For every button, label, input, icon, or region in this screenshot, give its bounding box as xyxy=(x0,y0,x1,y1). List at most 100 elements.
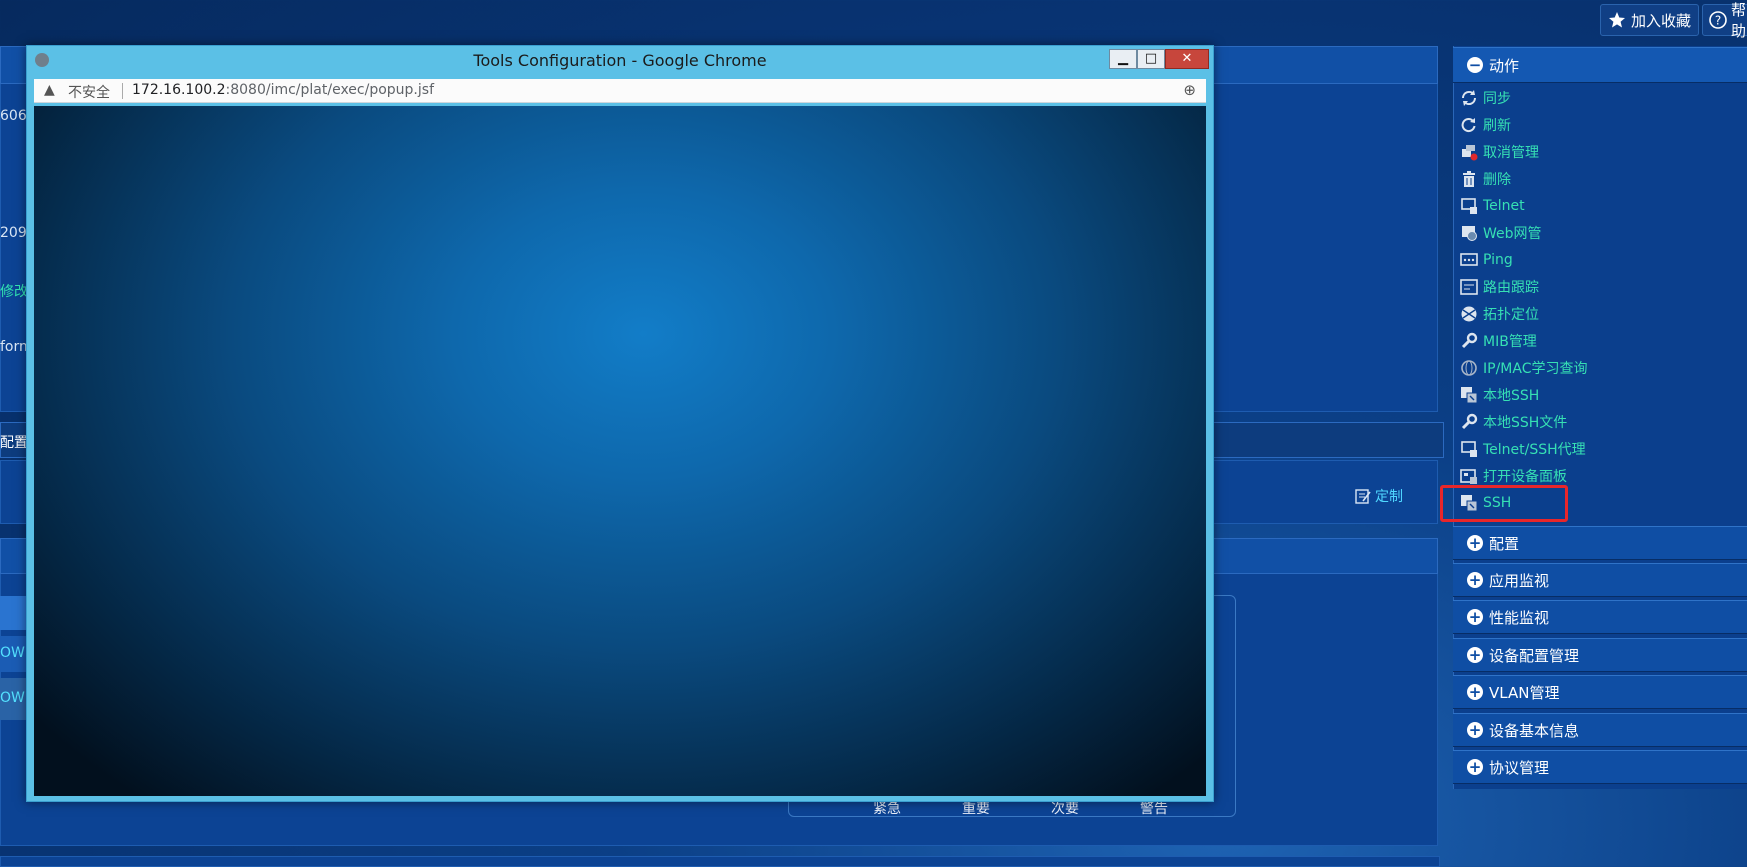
action-label: Telnet/SSH代理 xyxy=(1483,442,1586,458)
section-protocol-manage[interactable]: + 协议管理 xyxy=(1453,750,1747,784)
minimize-button[interactable]: ▁ xyxy=(1109,49,1137,69)
bottom-panel-edge xyxy=(0,856,1440,867)
web-manage-icon xyxy=(1460,224,1478,242)
url-path: :8080/imc/plat/exec/popup.jsf xyxy=(225,82,434,98)
action-refresh[interactable]: 刷新 xyxy=(1460,113,1511,137)
action-label: 删除 xyxy=(1483,172,1511,188)
popup-window-title: Tools Configuration - Google Chrome xyxy=(473,51,767,70)
popup-content-area[interactable] xyxy=(34,106,1206,796)
alarm-row-text: OW xyxy=(0,690,25,706)
url-text[interactable]: 172.16.100.2:8080/imc/plat/exec/popup.js… xyxy=(132,82,434,98)
telnet-icon xyxy=(1460,197,1478,215)
star-icon xyxy=(1607,10,1627,30)
section-device-config-manage[interactable]: + 设备配置管理 xyxy=(1453,638,1747,672)
modify-link-fragment[interactable]: 修改 xyxy=(0,281,28,301)
actions-section-header[interactable]: − 动作 xyxy=(1453,47,1747,83)
section-device-basic-info[interactable]: + 设备基本信息 xyxy=(1453,713,1747,747)
action-label: Telnet xyxy=(1483,198,1525,214)
device-panel-icon xyxy=(1460,467,1478,485)
action-web-manage[interactable]: Web网管 xyxy=(1460,221,1542,245)
action-mib-manage[interactable]: MIB管理 xyxy=(1460,329,1537,353)
action-label: 取消管理 xyxy=(1483,145,1539,161)
action-label: 打开设备面板 xyxy=(1483,469,1567,485)
zoom-icon[interactable]: ⊕ xyxy=(1183,81,1196,99)
address-bar[interactable]: ▲ 不安全 172.16.100.2:8080/imc/plat/exec/po… xyxy=(34,79,1206,103)
url-host: 172.16.100.2 xyxy=(132,82,226,98)
expand-icon: + xyxy=(1467,721,1483,739)
collapse-icon: − xyxy=(1467,56,1483,74)
customize-icon xyxy=(1354,487,1372,505)
help-button[interactable]: ? 帮助 xyxy=(1702,1,1747,40)
action-telnet[interactable]: Telnet xyxy=(1460,194,1525,218)
ssh-highlight-box xyxy=(1440,485,1568,522)
actions-section-title: 动作 xyxy=(1489,56,1520,75)
section-title: 应用监视 xyxy=(1489,571,1550,590)
section-title: 性能监视 xyxy=(1489,608,1550,627)
action-unmanage[interactable]: 取消管理 xyxy=(1460,140,1539,164)
section-app-monitor[interactable]: + 应用监视 xyxy=(1453,563,1747,597)
alarm-row-text: OW xyxy=(0,645,25,661)
svg-text:?: ? xyxy=(1715,14,1721,28)
close-icon: ✕ xyxy=(1181,51,1193,66)
close-button[interactable]: ✕ xyxy=(1165,49,1209,69)
expand-icon: + xyxy=(1467,534,1483,552)
unmanage-icon xyxy=(1460,143,1478,161)
action-local-ssh[interactable]: 本地SSH xyxy=(1460,383,1539,407)
ssh-icon xyxy=(1460,386,1478,404)
section-config[interactable]: + 配置 xyxy=(1453,526,1747,560)
bg-text-fragment: 209 xyxy=(0,225,27,241)
action-label: IP/MAC学习查询 xyxy=(1483,361,1588,377)
expand-icon: + xyxy=(1467,571,1483,589)
section-title: 设备配置管理 xyxy=(1489,646,1580,665)
ip-mac-icon xyxy=(1460,359,1478,377)
action-label: 本地SSH xyxy=(1483,388,1540,404)
action-delete[interactable]: 删除 xyxy=(1460,167,1511,191)
expand-icon: + xyxy=(1467,608,1483,626)
action-traceroute[interactable]: 路由跟踪 xyxy=(1460,275,1539,299)
action-label: 路由跟踪 xyxy=(1483,280,1539,296)
warning-icon: ▲ xyxy=(44,82,55,98)
sync-icon xyxy=(1460,89,1478,107)
minimize-icon: ▁ xyxy=(1118,51,1128,66)
maximize-button[interactable]: □ xyxy=(1137,49,1165,69)
section-vlan-manage[interactable]: + VLAN管理 xyxy=(1453,675,1747,709)
section-title: 设备基本信息 xyxy=(1489,721,1580,740)
action-label: 本地SSH文件 xyxy=(1483,415,1568,431)
help-icon: ? xyxy=(1709,10,1727,30)
tools-config-popup-window[interactable]: Tools Configuration - Google Chrome ▁ □ … xyxy=(26,45,1214,802)
action-ping[interactable]: Ping xyxy=(1460,248,1513,272)
topology-icon xyxy=(1460,305,1478,323)
action-telnet-ssh-proxy[interactable]: Telnet/SSH代理 xyxy=(1460,437,1586,461)
action-topology[interactable]: 拓扑定位 xyxy=(1460,302,1539,326)
wrench-icon xyxy=(1460,413,1478,431)
action-local-ssh-file[interactable]: 本地SSH文件 xyxy=(1460,410,1567,434)
maximize-icon: □ xyxy=(1144,51,1158,66)
proxy-icon xyxy=(1460,440,1478,458)
address-separator xyxy=(122,83,123,99)
action-label: 刷新 xyxy=(1483,118,1511,134)
action-label: 同步 xyxy=(1483,91,1511,107)
action-label: MIB管理 xyxy=(1483,334,1537,350)
action-sync[interactable]: 同步 xyxy=(1460,86,1511,110)
expand-icon: + xyxy=(1467,683,1483,701)
section-title: VLAN管理 xyxy=(1489,683,1560,702)
security-label[interactable]: 不安全 xyxy=(68,82,110,102)
section-performance-monitor[interactable]: + 性能监视 xyxy=(1453,600,1747,634)
trash-icon xyxy=(1460,170,1478,188)
traceroute-icon xyxy=(1460,278,1478,296)
expand-icon: + xyxy=(1467,646,1483,664)
action-label: Web网管 xyxy=(1483,226,1542,242)
config-tab-fragment[interactable]: 配置 xyxy=(0,432,28,452)
add-favorites-label: 加入收藏 xyxy=(1631,11,1692,30)
help-label: 帮助 xyxy=(1731,1,1747,40)
customize-button[interactable]: 定制 xyxy=(1354,486,1403,506)
customize-label: 定制 xyxy=(1375,489,1403,505)
action-label: Ping xyxy=(1483,252,1513,268)
section-title: 配置 xyxy=(1489,534,1520,553)
expand-icon: + xyxy=(1467,758,1483,776)
section-title: 协议管理 xyxy=(1489,758,1550,777)
wrench-icon xyxy=(1460,332,1478,350)
refresh-icon xyxy=(1460,116,1478,134)
add-favorites-button[interactable]: 加入收藏 xyxy=(1600,4,1699,36)
action-ip-mac[interactable]: IP/MAC学习查询 xyxy=(1460,356,1587,380)
